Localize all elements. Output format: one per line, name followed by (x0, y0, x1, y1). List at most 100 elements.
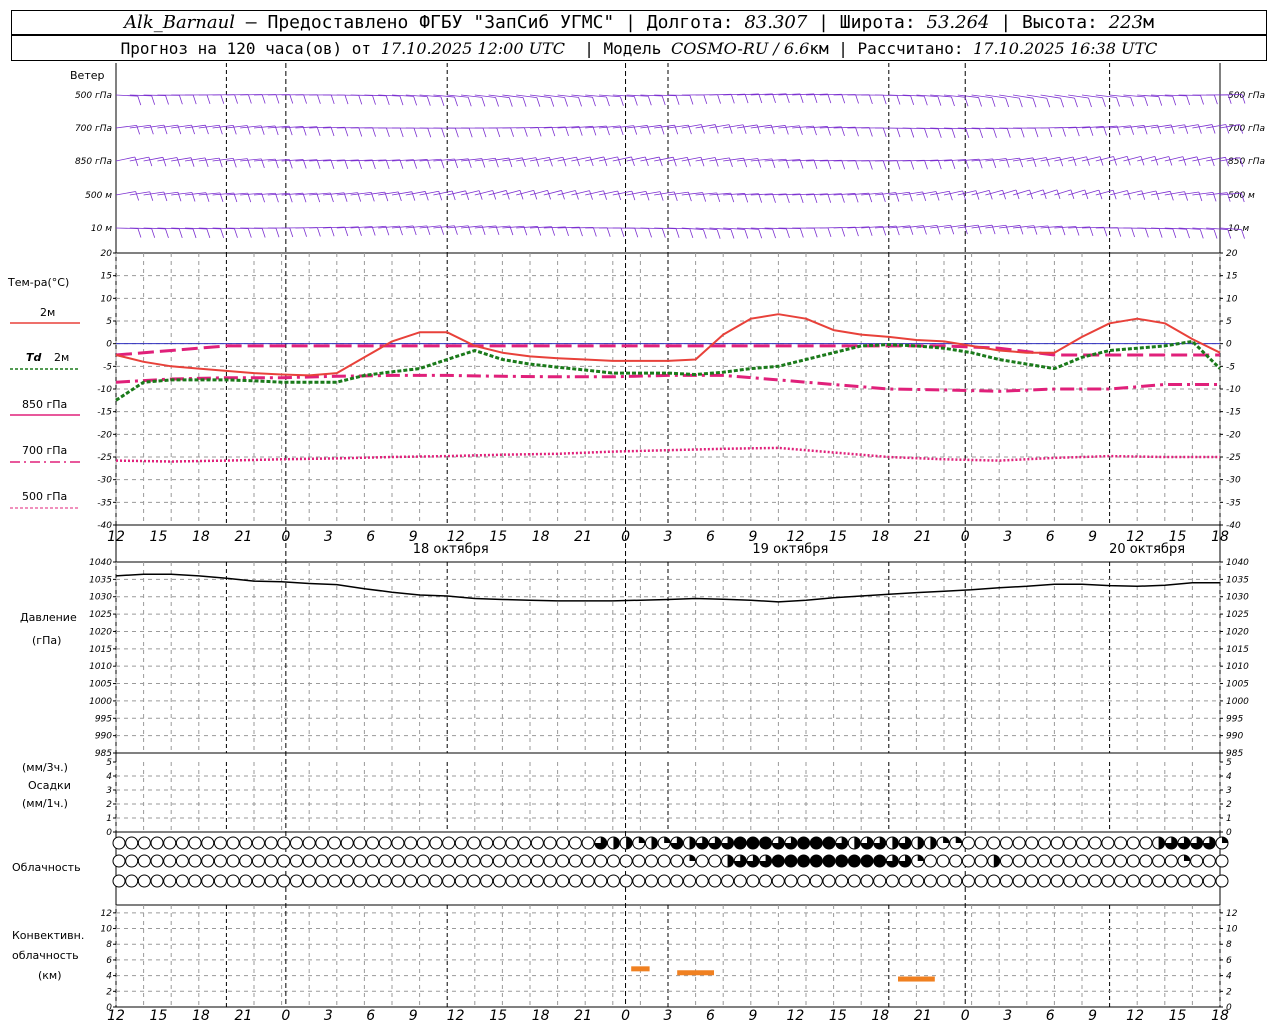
cloud-symbol (657, 874, 671, 888)
wind-barb-flag (645, 191, 650, 201)
cloud-symbol (746, 874, 760, 888)
cloud-symbol (416, 874, 430, 888)
cloud-fill (689, 854, 696, 861)
wind-barb-flag (965, 128, 970, 139)
wind-barb-flag (1154, 156, 1159, 166)
cloud-symbol (961, 854, 975, 868)
precip-tick-left: 3 (106, 786, 112, 796)
conv-tick-right: 12 (1226, 909, 1238, 919)
hour-label-bottom: 0 (281, 1008, 290, 1024)
cloud-symbol (201, 854, 215, 868)
date-label: 19 октября (752, 542, 828, 557)
cloud-symbol (1038, 874, 1052, 888)
wind-barb-flag (620, 227, 625, 238)
temp-tick-left: -10 (97, 385, 112, 395)
hour-label-top: 3 (324, 529, 333, 545)
cloud-symbol (289, 874, 303, 888)
cloud-symbol (175, 836, 189, 850)
wind-barb-flag (178, 228, 183, 239)
cloud-symbol (328, 836, 342, 850)
cloud-fill (873, 855, 886, 867)
wind-barb-flag (505, 190, 510, 200)
cloud-symbol (1190, 874, 1204, 888)
pressure-tick-left: 1025 (89, 610, 112, 620)
wind-barb-flag (478, 190, 483, 200)
wind-barb-flag (937, 96, 942, 106)
conv-tick-left: 6 (106, 956, 112, 966)
wind-barb-flag (165, 228, 169, 238)
wind-barb-flag (134, 156, 139, 167)
cloud-symbol (366, 854, 380, 868)
wind-barb-flag (703, 94, 708, 105)
cloud-symbol (1114, 836, 1128, 850)
cloud-fill (917, 837, 924, 849)
wind-barb-flag (1126, 156, 1131, 166)
wind-barb (1026, 189, 1044, 196)
wind-barb-flag (1089, 226, 1094, 236)
wind-barb-flag (1144, 96, 1149, 107)
wind-barb-flag (1182, 156, 1187, 166)
wind-barb-flag (1089, 126, 1094, 136)
pressure-tick-left: 1035 (89, 575, 112, 585)
hour-label-bottom: 6 (366, 1008, 375, 1024)
wind-barb-flag (882, 160, 887, 170)
pressure-tick-right: 1020 (1226, 627, 1249, 637)
cloud-fill (797, 855, 810, 867)
cloud-symbol (404, 836, 418, 850)
wind-barb-flag (424, 191, 429, 201)
cloud-symbol (112, 836, 126, 850)
cloud-symbol (340, 836, 354, 850)
wind-barb-flag (151, 228, 156, 238)
wind-barb-flag (673, 191, 678, 201)
wind-barb-flag (702, 229, 707, 239)
conv-tick-left: 10 (101, 925, 113, 935)
cloud-symbol (175, 874, 189, 888)
wind-barb-flag (730, 94, 735, 104)
cloud-fill (810, 837, 823, 849)
cloud-symbol (505, 836, 519, 850)
cloud-symbol (987, 836, 1001, 850)
wind-barb-flag (991, 97, 996, 107)
cloud-symbol (1038, 836, 1052, 850)
hour-label-bottom: 15 (829, 1008, 847, 1024)
cloud-symbol (683, 874, 697, 888)
cloud-symbol (213, 836, 227, 850)
cloud-symbol (150, 854, 164, 868)
wind-barb-flag (603, 190, 607, 200)
cloud-symbol (454, 854, 468, 868)
cloud-symbol (340, 854, 354, 868)
wind-barb-flag (206, 94, 211, 105)
cloud-symbol (137, 874, 151, 888)
temp-tick-left: 10 (101, 294, 113, 304)
wind-barb-flag (1086, 156, 1090, 166)
wind-barb-flag (440, 96, 445, 106)
wind-barb-flag (606, 96, 610, 107)
wind-barb-flag (316, 126, 321, 136)
wind-barb-flag (234, 228, 238, 238)
wind-barb-flag (426, 96, 431, 106)
wind-barb-flag (385, 95, 390, 105)
wind-barb-flag (1032, 98, 1037, 108)
cloud-symbol (556, 836, 570, 850)
wind-barb-flag (1200, 95, 1204, 105)
wind-barb-flag (344, 127, 349, 137)
wind-barb-flag (317, 94, 321, 104)
t700-legend: 700 гПа (22, 444, 67, 457)
cloud-fill (1183, 855, 1190, 861)
hour-label-top: 9 (1088, 529, 1097, 545)
temp-tick-right: -25 (1226, 453, 1241, 463)
cloud-fill (1158, 837, 1165, 849)
cloud-symbol (277, 874, 291, 888)
cloud-symbol (188, 874, 202, 888)
wind-barb-flag (951, 159, 956, 169)
cloud-fill (651, 837, 658, 849)
wind-barb-flag (261, 228, 266, 238)
cloud-symbol (556, 854, 570, 868)
wind-barb-flag (163, 191, 168, 202)
conv-label-1: Конвективн. (12, 929, 84, 942)
hour-label-bottom: 15 (1169, 1008, 1187, 1024)
cloud-symbol (797, 874, 811, 888)
wind-barb-flag (192, 94, 197, 105)
cloud-symbol (1063, 836, 1077, 850)
cloud-symbol (568, 836, 582, 850)
